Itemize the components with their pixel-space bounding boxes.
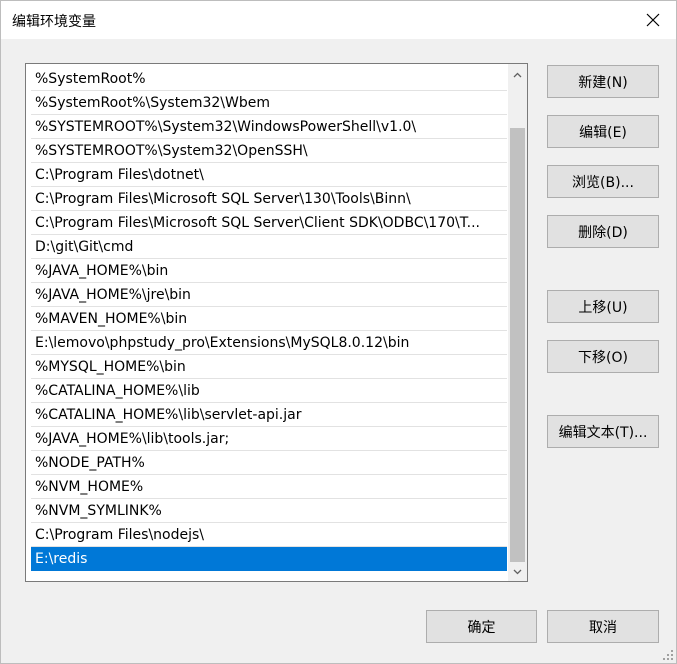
path-list-item[interactable]: E:\lemovo\phpstudy_pro\Extensions\MySQL8… xyxy=(31,331,507,355)
path-list-item[interactable]: %JAVA_HOME%\lib\tools.jar; xyxy=(31,427,507,451)
edit-env-var-dialog: 编辑环境变量 %SystemRoot% %SystemRoot%\System32… xyxy=(0,0,677,664)
path-list-item[interactable]: %JAVA_HOME%\jre\bin xyxy=(31,283,507,307)
path-list-item[interactable]: %CATALINA_HOME%\lib\servlet-api.jar xyxy=(31,403,507,427)
title-bar: 编辑环境变量 xyxy=(1,1,676,39)
path-list-item[interactable]: C:\Program Files\Microsoft SQL Server\13… xyxy=(31,187,507,211)
path-list-item[interactable]: %MAVEN_HOME%\bin xyxy=(31,307,507,331)
ok-button[interactable]: 确定 xyxy=(426,610,537,643)
path-list-item[interactable]: %NODE_PATH% xyxy=(31,451,507,475)
path-list-item[interactable]: D:\git\Git\cmd xyxy=(31,235,507,259)
browse-button[interactable]: 浏览(B)... xyxy=(547,165,659,198)
delete-button[interactable]: 删除(D) xyxy=(547,215,659,248)
path-list-item[interactable]: %SYSTEMROOT%\System32\OpenSSH\ xyxy=(31,139,507,163)
path-list-item[interactable]: %SYSTEMROOT%\System32\WindowsPowerShell\… xyxy=(31,115,507,139)
chevron-down-icon xyxy=(513,569,522,574)
edit-button[interactable]: 编辑(E) xyxy=(547,115,659,148)
path-list-item[interactable]: %SystemRoot% xyxy=(31,67,507,91)
path-list-item[interactable]: E:\redis xyxy=(31,547,507,571)
path-list-item[interactable]: %SystemRoot%\System32\Wbem xyxy=(31,91,507,115)
path-list-item[interactable]: %JAVA_HOME%\bin xyxy=(31,259,507,283)
close-button[interactable] xyxy=(630,1,676,39)
path-list-item[interactable]: C:\Program Files\dotnet\ xyxy=(31,163,507,187)
scroll-up-button[interactable] xyxy=(508,66,527,83)
move-up-button[interactable]: 上移(U) xyxy=(547,290,659,323)
scroll-down-button[interactable] xyxy=(508,563,527,580)
scrollbar-thumb[interactable] xyxy=(510,128,525,562)
path-list[interactable]: %SystemRoot% %SystemRoot%\System32\Wbem %S… xyxy=(25,63,528,582)
path-list-item[interactable]: C:\Program Files\Microsoft SQL Server\Cl… xyxy=(31,211,507,235)
vertical-scrollbar[interactable] xyxy=(508,64,527,581)
new-button[interactable]: 新建(N) xyxy=(547,65,659,98)
close-icon xyxy=(646,13,660,27)
cancel-button[interactable]: 取消 xyxy=(547,610,659,643)
path-list-rows: %SystemRoot% %SystemRoot%\System32\Wbem %S… xyxy=(31,67,507,571)
path-list-item[interactable]: C:\Program Files\nodejs\ xyxy=(31,523,507,547)
path-list-item[interactable]: %MYSQL_HOME%\bin xyxy=(31,355,507,379)
path-list-item[interactable]: %NVM_HOME% xyxy=(31,475,507,499)
window-title: 编辑环境变量 xyxy=(12,14,96,30)
edit-text-button[interactable]: 编辑文本(T)... xyxy=(547,415,659,448)
resize-grip-icon[interactable] xyxy=(662,649,674,661)
path-list-item[interactable]: %CATALINA_HOME%\lib xyxy=(31,379,507,403)
move-down-button[interactable]: 下移(O) xyxy=(547,340,659,373)
chevron-up-icon xyxy=(513,72,522,77)
path-list-item[interactable]: %NVM_SYMLINK% xyxy=(31,499,507,523)
